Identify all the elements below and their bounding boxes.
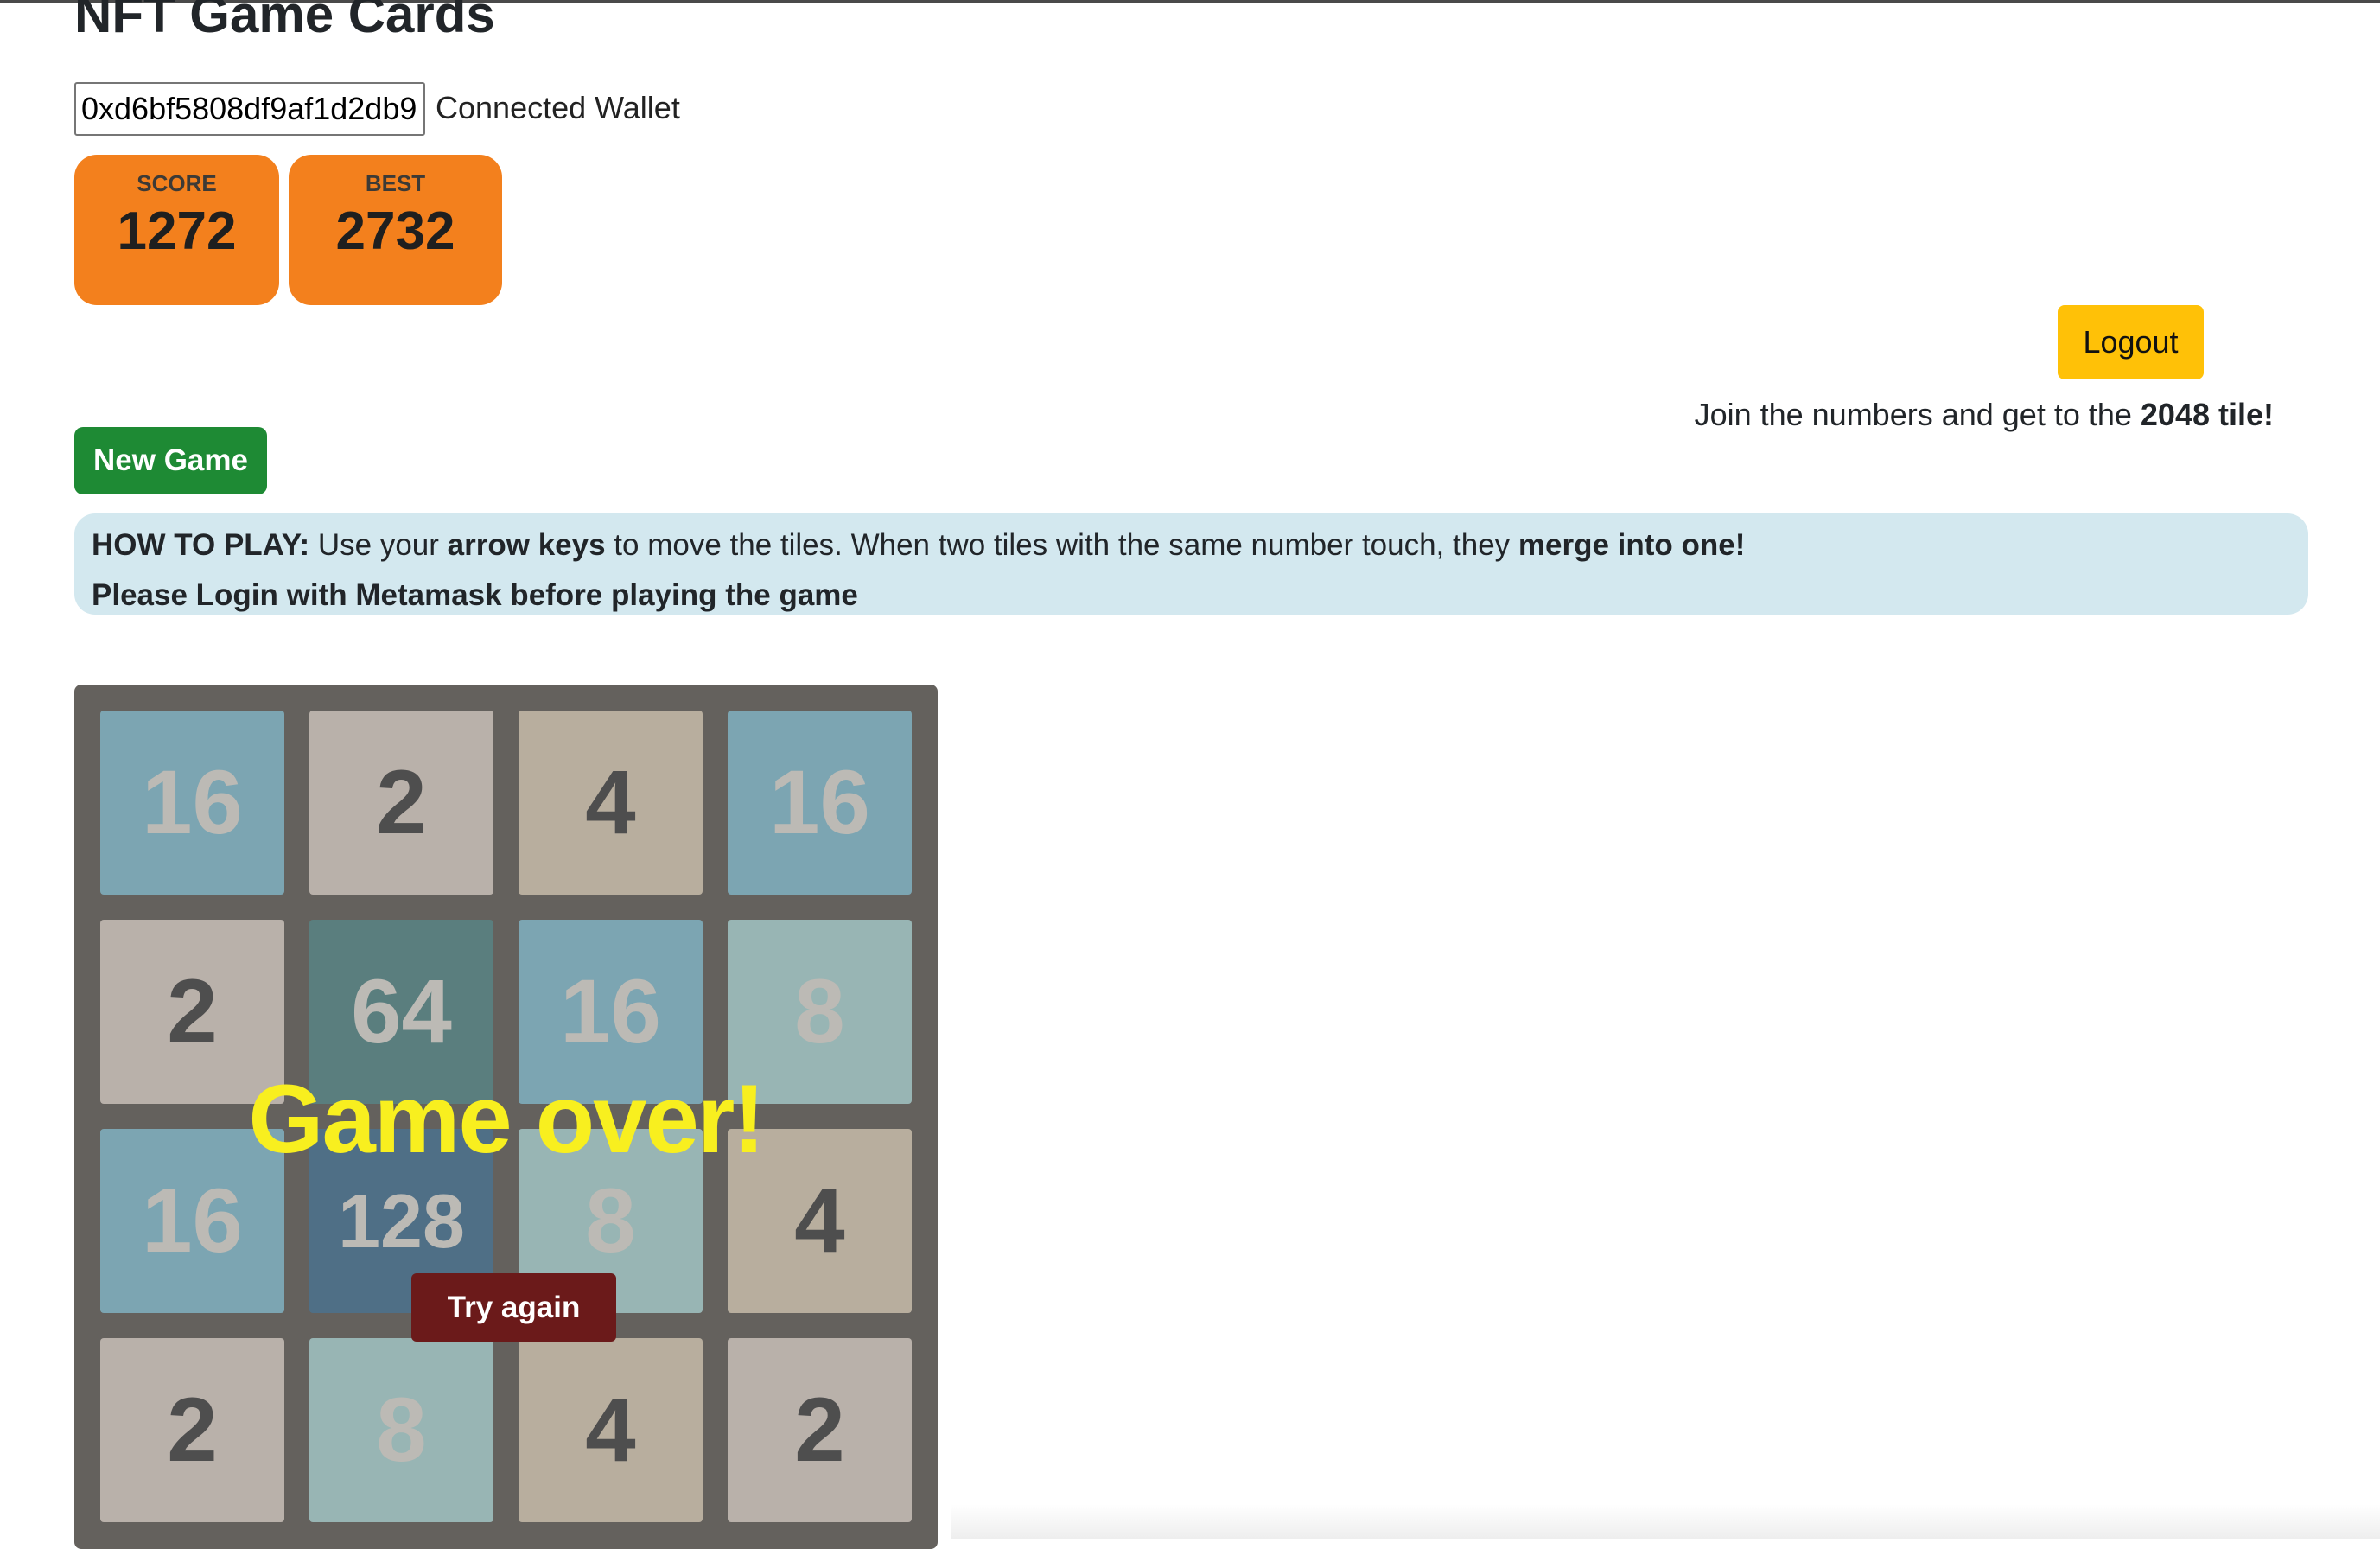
tile-2: 2 — [728, 1338, 912, 1522]
login-note: Please Login with Metamask before playin… — [92, 578, 858, 612]
how-to-play-text: HOW TO PLAY: Use your arrow keys to move… — [92, 520, 2291, 571]
best-label: BEST — [365, 170, 426, 196]
intro-prefix: Join the numbers and get to the — [1694, 397, 2141, 432]
best-value: 2732 — [335, 201, 455, 261]
best-box: BEST 2732 — [289, 155, 502, 305]
new-game-button[interactable]: New Game — [74, 427, 267, 494]
page-title: NFT Game Cards — [74, 0, 495, 43]
tile-2: 2 — [100, 1338, 284, 1522]
score-box: SCORE 1272 — [74, 155, 279, 305]
tile-2: 2 — [309, 711, 493, 895]
connected-wallet-label: Connected Wallet — [436, 90, 680, 125]
wallet-address-input[interactable] — [74, 82, 425, 136]
how-to-play-heading: HOW TO PLAY: — [92, 528, 310, 562]
tile-8: 8 — [309, 1338, 493, 1522]
logout-button[interactable]: Logout — [2058, 305, 2204, 379]
tile-16: 16 — [100, 711, 284, 895]
score-value: 1272 — [117, 201, 237, 261]
howto-bold-1: arrow keys — [447, 528, 606, 562]
howto-bold-2: merge into one! — [1518, 528, 1746, 562]
tile-4: 4 — [519, 711, 703, 895]
try-again-button[interactable]: Try again — [411, 1273, 616, 1342]
intro-text: Join the numbers and get to the 2048 til… — [1695, 397, 2274, 433]
how-to-play-box: HOW TO PLAY: Use your arrow keys to move… — [74, 513, 2308, 615]
howto-text-1: Use your — [309, 528, 448, 562]
tile-4: 4 — [519, 1338, 703, 1522]
howto-text-2: to move the tiles. When two tiles with t… — [605, 528, 1518, 562]
bottom-shadow — [951, 1504, 2380, 1539]
score-label: SCORE — [137, 170, 217, 196]
game-over-message: Game over! — [248, 1065, 765, 1173]
tile-16: 16 — [728, 711, 912, 895]
intro-bold: 2048 tile! — [2140, 397, 2274, 432]
